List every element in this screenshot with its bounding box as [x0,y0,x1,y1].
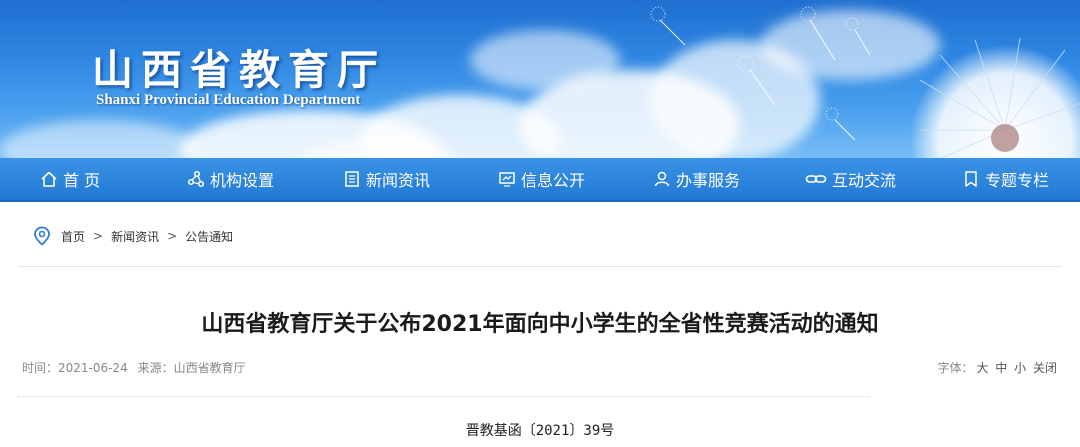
font-size-medium[interactable]: 中 [995,361,1007,375]
breadcrumb: 首页 > 新闻资讯 > 公告通知 [33,226,233,246]
publish-date: 2021-06-24 [58,361,128,375]
time-label-text: 时间： [22,361,59,375]
time-label: 时间：2021-06-24 [22,361,128,375]
nav-item-label: 办事服务 [676,171,741,190]
nav-item-label: 机构设置 [210,171,275,190]
service-icon [654,171,670,187]
nav-item-label: 互动交流 [832,171,897,190]
header-banner: 山西省教育厅 Shanxi Provincial Education Depar… [0,0,1080,158]
site-title: 山西省教育厅 [92,46,386,94]
info-icon [499,172,515,187]
nav-item-label: 信息公开 [521,171,586,190]
breadcrumb-news[interactable]: 新闻资讯 [111,228,159,245]
link-icon [805,175,827,183]
article-title: 山西省教育厅关于公布2021年面向中小学生的全省性竞赛活动的通知 [201,312,879,337]
nav-item-organization[interactable]: 机构设置 [187,158,274,200]
divider [18,266,1062,267]
nav-item-label: 专题专栏 [985,171,1050,190]
document-number: 晋教基函〔2021〕39号 [465,423,615,439]
article-source: 山西省教育厅 [173,361,246,375]
meta-divider [18,396,870,397]
font-size-control: 字体：大 中 小 关闭 [937,359,1057,376]
breadcrumb-home[interactable]: 首页 [61,228,85,245]
nav-item-interaction[interactable]: 互动交流 [805,158,896,200]
nav-item-info-disclosure[interactable]: 信息公开 [498,158,585,200]
dandelion-decoration [910,35,1080,158]
home-icon [41,171,57,187]
font-size-small[interactable]: 小 [1014,361,1026,375]
source-label: 来源：山西省教育厅 [138,361,246,375]
news-icon [345,171,359,187]
location-pin-icon [34,226,50,246]
font-size-label: 字体： [937,361,974,375]
font-size-close[interactable]: 关闭 [1033,361,1057,375]
breadcrumb-separator: > [167,229,178,243]
dandelion-seeds-decoration [650,6,871,141]
nav-item-label: 新闻资讯 [366,171,431,190]
nav-item-label: 首 页 [63,171,101,190]
source-label-text: 来源： [137,361,174,375]
nav-item-services[interactable]: 办事服务 [653,158,740,200]
bookmark-icon [965,171,977,187]
nav-item-special-topics[interactable]: 专题专栏 [962,158,1049,200]
breadcrumb-separator: > [93,229,104,243]
nav-item-home[interactable]: 首 页 [40,158,100,200]
breadcrumb-notices[interactable]: 公告通知 [185,228,233,245]
main-nav: 首 页 机构设置 新闻资讯 信息公开 办事服务 互动交流 专题专栏 [0,158,1080,202]
nav-item-news[interactable]: 新闻资讯 [343,158,430,200]
font-size-large[interactable]: 大 [976,361,988,375]
article-meta: 时间：2021-06-24 来源：山西省教育厅 [22,359,252,376]
site-subtitle: Shanxi Provincial Education Department [96,92,361,108]
org-icon [187,170,205,188]
